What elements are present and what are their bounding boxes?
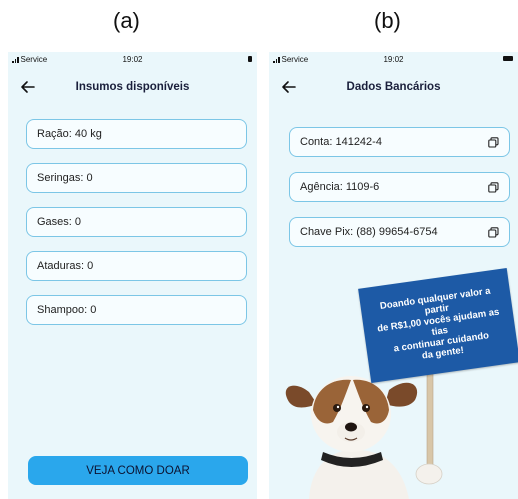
panel-label-b: (b) — [374, 8, 401, 33]
panel-label-a: (a) — [113, 8, 140, 33]
battery-icon — [248, 56, 252, 62]
sign-text: Doando qualquer valor a partir de R$1,00… — [366, 283, 512, 368]
page-title: Dados Bancários — [346, 81, 441, 93]
pix-key-field: Chave Pix: (88) 99654-6754 — [289, 217, 510, 247]
status-bar: Service 19:02 — [8, 52, 257, 66]
status-time: 19:02 — [383, 55, 404, 64]
bank-agency-field: Agência: 1109-6 — [289, 172, 510, 202]
copy-icon[interactable] — [488, 227, 499, 238]
supply-item: Gases: 0 — [26, 207, 247, 237]
copy-icon[interactable] — [488, 137, 499, 148]
status-bar: Service 19:02 — [269, 52, 518, 66]
bank-account-value: Conta: 141242-4 — [300, 136, 382, 148]
screen-dados-bancarios: Service 19:02 Dados Bancários Conta: 141… — [269, 52, 518, 499]
bank-account-field: Conta: 141242-4 — [289, 127, 510, 157]
supply-item: Seringas: 0 — [26, 163, 247, 193]
status-time: 19:02 — [122, 55, 143, 64]
bank-agency-value: Agência: 1109-6 — [300, 181, 380, 193]
header: Dados Bancários — [269, 74, 518, 102]
header: Insumos disponíveis — [8, 74, 257, 102]
screen-insumos: Service 19:02 Insumos disponíveis Ração:… — [8, 52, 257, 499]
donation-sign: Doando qualquer valor a partir de R$1,00… — [358, 268, 518, 383]
supply-item: Shampoo: 0 — [26, 295, 247, 325]
battery-icon — [503, 56, 513, 61]
how-to-donate-button[interactable]: VEJA COMO DOAR — [28, 456, 248, 485]
pix-key-value: Chave Pix: (88) 99654-6754 — [300, 226, 438, 238]
page-title: Insumos disponíveis — [75, 81, 190, 93]
supply-item: Ataduras: 0 — [26, 251, 247, 281]
supply-item: Ração: 40 kg — [26, 119, 247, 149]
copy-icon[interactable] — [488, 182, 499, 193]
